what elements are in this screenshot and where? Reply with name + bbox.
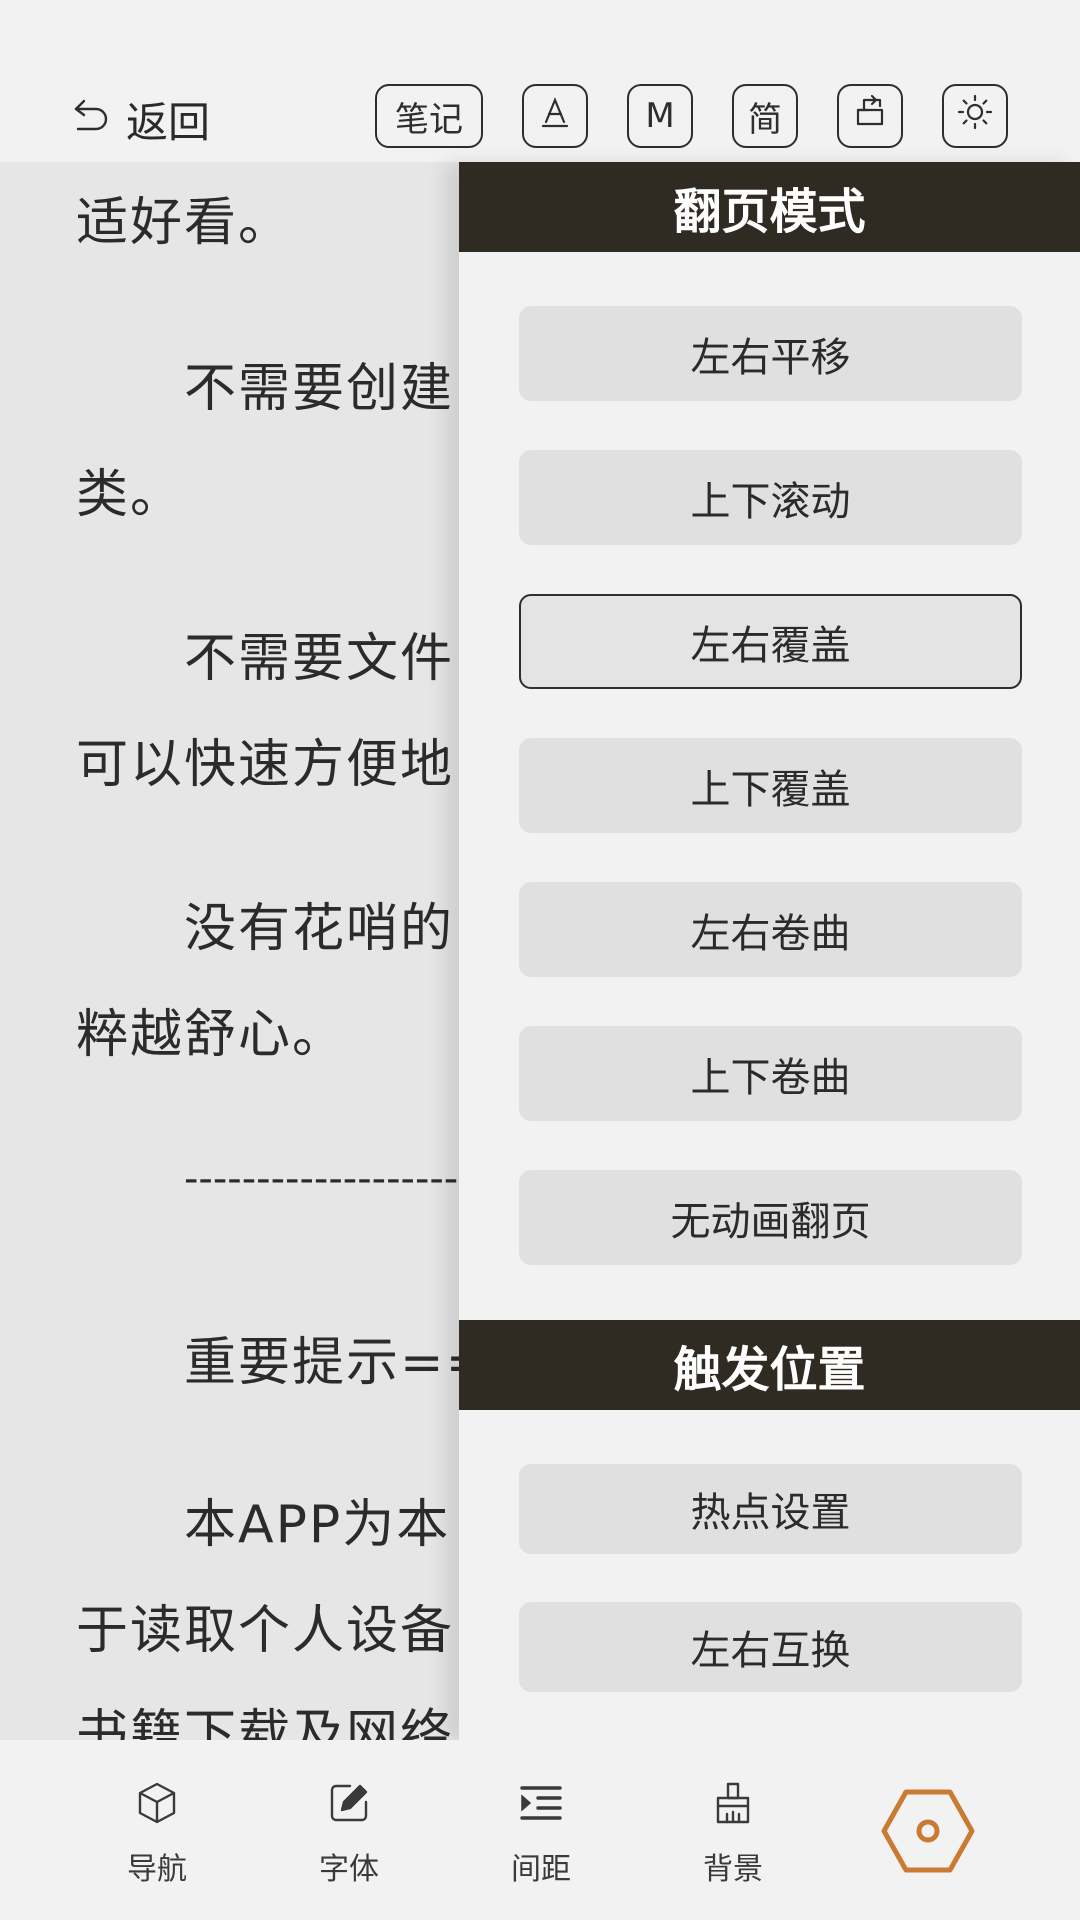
edit-icon	[326, 1780, 372, 1830]
reader-line: -------------------	[184, 1156, 459, 1202]
tab-background-label: 背景	[703, 1852, 763, 1887]
reader-line: 没有花哨的	[184, 899, 455, 959]
mode-curl-vertical[interactable]: 上下卷曲	[519, 1026, 1022, 1121]
tab-spacing[interactable]: 间距	[481, 1780, 601, 1890]
page-turn-settings-panel: 翻页模式 左右平移 上下滚动 左右覆盖 上下覆盖 左右卷曲 上下卷曲 无动画翻页…	[459, 162, 1080, 1740]
font-style-icon	[535, 92, 575, 141]
reader-line: 重要提示==	[184, 1333, 492, 1393]
back-button[interactable]: 返回	[72, 94, 210, 147]
tab-font[interactable]: 字体	[289, 1780, 409, 1890]
reader-line: 不需要文件	[184, 629, 455, 689]
reader-line: 适好看。	[76, 193, 293, 253]
paint-brush-icon	[710, 1780, 756, 1830]
tab-navigation-label: 导航	[127, 1852, 187, 1887]
reader-line: 可以快速方便地	[76, 735, 455, 795]
mode-scroll-vertical[interactable]: 上下滚动	[519, 450, 1022, 545]
page-settings-button[interactable]	[880, 1788, 976, 1874]
note-button[interactable]: 笔记	[375, 84, 483, 148]
back-label: 返回	[126, 97, 211, 147]
simplified-button-label: 简	[748, 99, 782, 140]
tab-navigation[interactable]: 导航	[97, 1780, 217, 1890]
mode-cover-horizontal[interactable]: 左右覆盖	[519, 594, 1022, 689]
font-style-button[interactable]	[522, 84, 588, 148]
page-mode-header: 翻页模式	[459, 162, 1080, 252]
bottom-nav: 导航 字体 间距 背景	[0, 1740, 1080, 1920]
top-toolbar: 返回 笔记 M 简	[0, 0, 1080, 162]
tab-background[interactable]: 背景	[673, 1780, 793, 1890]
m-button-label: M	[645, 96, 675, 136]
reader-line: 不需要创建	[184, 359, 455, 419]
reader-line: 本APP为本	[184, 1495, 451, 1555]
trigger-position-header: 触发位置	[459, 1320, 1080, 1410]
mode-cover-vertical[interactable]: 上下覆盖	[519, 738, 1022, 833]
hexagon-settings-icon	[880, 1789, 976, 1878]
m-button[interactable]: M	[627, 84, 693, 148]
mode-no-animation[interactable]: 无动画翻页	[519, 1170, 1022, 1265]
sun-icon	[955, 92, 995, 141]
reader-line: 类。	[76, 465, 185, 525]
simplified-button[interactable]: 简	[732, 84, 798, 148]
mode-slide-horizontal[interactable]: 左右平移	[519, 306, 1022, 401]
tab-spacing-label: 间距	[511, 1852, 571, 1887]
mode-curl-horizontal[interactable]: 左右卷曲	[519, 882, 1022, 977]
tab-font-label: 字体	[319, 1852, 379, 1887]
back-arrow-icon	[72, 97, 112, 141]
reader-line: 于读取个人设备	[76, 1601, 455, 1661]
export-icon	[850, 92, 890, 141]
reader-line: 书籍下载及网络	[76, 1705, 455, 1740]
swap-left-right-button[interactable]: 左右互换	[519, 1602, 1022, 1692]
brightness-button[interactable]	[942, 84, 1008, 148]
cube-icon	[134, 1780, 180, 1830]
reader-line: 粹越舒心。	[76, 1005, 347, 1065]
note-button-label: 笔记	[395, 99, 463, 140]
indent-lines-icon	[518, 1780, 564, 1830]
hotspot-settings-button[interactable]: 热点设置	[519, 1464, 1022, 1554]
export-button[interactable]	[837, 84, 903, 148]
